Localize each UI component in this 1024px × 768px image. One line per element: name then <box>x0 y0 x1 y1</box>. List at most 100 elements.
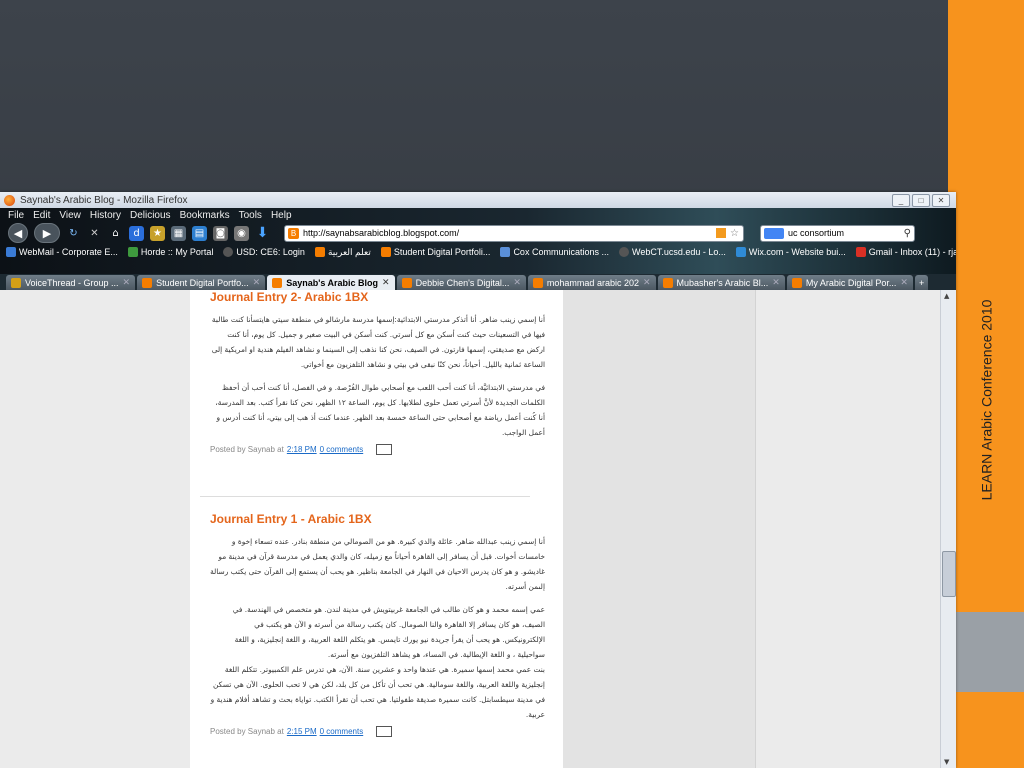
post-divider <box>200 496 530 497</box>
close-tab-icon[interactable]: ✕ <box>382 277 390 288</box>
window-title: Saynab's Arabic Blog - Mozilla Firefox <box>20 194 188 206</box>
gmail-icon <box>855 247 866 257</box>
menu-history[interactable]: History <box>90 210 121 221</box>
blogger-icon <box>380 247 391 257</box>
rss-icon[interactable] <box>716 228 727 238</box>
tab-mubasher[interactable]: Mubasher's Arabic Bl... ✕ <box>657 275 785 290</box>
bookmark-star-icon[interactable]: ☆ <box>730 228 739 239</box>
post-paragraph: أنا إسمي زينب ضاهر. أنا أتذكر مدرستي الا… <box>211 315 545 369</box>
tab-mohammad[interactable]: mohammad arabic 202 ✕ <box>527 275 656 290</box>
back-button[interactable]: ◀ <box>8 223 28 243</box>
page-right-margin <box>755 290 940 768</box>
bookmark-arabic[interactable]: تعلم العربية <box>314 247 371 258</box>
post-paragraph: عمي إسمه محمد و هو كان طالب في الجامعة غ… <box>232 605 545 659</box>
close-tab-icon[interactable]: ✕ <box>123 277 131 288</box>
tab-my-arabic-portfolio[interactable]: My Arabic Digital Por... ✕ <box>786 275 913 290</box>
tab-debbie-chen[interactable]: Debbie Chen's Digital... ✕ <box>396 275 526 290</box>
bookmark-wix[interactable]: Wix.com - Website bui... <box>735 247 846 257</box>
post-paragraph: أنا إسمي زينب عبدالله ضاهر. عائلة والدي … <box>210 537 545 591</box>
close-window-button[interactable]: ✕ <box>932 193 950 207</box>
bookmark-horde[interactable]: Horde :: My Portal <box>127 247 213 257</box>
firefox-icon <box>4 194 15 206</box>
vertical-scrollbar[interactable]: ▲ ▼ <box>940 290 956 768</box>
url-text: http://saynabsarabicblog.blogspot.com/ <box>303 228 460 238</box>
menu-tools[interactable]: Tools <box>239 210 262 221</box>
blogger-icon <box>142 277 153 288</box>
delicious-icon[interactable]: d <box>129 225 144 241</box>
browser-window: Saynab's Arabic Blog - Mozilla Firefox _… <box>0 192 956 768</box>
post-time-link[interactable]: 2:18 PM <box>287 445 317 454</box>
title-bar: Saynab's Arabic Blog - Mozilla Firefox _… <box>0 192 956 208</box>
scroll-up-icon[interactable]: ▲ <box>944 292 949 300</box>
email-post-icon[interactable] <box>376 444 393 455</box>
close-tab-icon[interactable]: ✕ <box>513 277 521 288</box>
bookmark-webmail[interactable]: WebMail - Corporate E... <box>6 247 118 257</box>
maximize-button[interactable]: □ <box>912 193 930 207</box>
stop-icon[interactable]: ✕ <box>87 226 102 241</box>
post-title[interactable]: Journal Entry 2- Arabic 1BX <box>210 290 545 304</box>
conference-title: LEARN Arabic Conference 2010 <box>978 299 995 501</box>
email-post-icon[interactable] <box>376 726 393 737</box>
new-tab-button[interactable]: + <box>914 275 929 290</box>
bookmark-usd[interactable]: USD: CE6: Login <box>223 247 305 257</box>
download-icon[interactable]: ⬇ <box>255 225 270 241</box>
browser-chrome: File Edit View History Delicious Bookmar… <box>0 208 956 278</box>
page-viewport: Journal Entry 2- Arabic 1BX أنا إسمي زين… <box>0 290 940 768</box>
blogger-icon <box>272 277 283 288</box>
close-tab-icon[interactable]: ✕ <box>900 277 908 288</box>
search-box[interactable]: uc consortium ⚲ <box>760 224 915 242</box>
menu-bookmarks[interactable]: Bookmarks <box>180 210 230 221</box>
screen-capture-icon[interactable]: ▦ <box>171 225 186 241</box>
menu-bar: File Edit View History Delicious Bookmar… <box>0 208 956 222</box>
scroll-down-icon[interactable]: ▼ <box>944 758 949 766</box>
post-time-link[interactable]: 2:15 PM <box>287 727 317 736</box>
reload-icon[interactable]: ↻ <box>66 226 81 241</box>
posted-by: Posted by Saynab at <box>210 727 284 736</box>
bookmark-panel-icon[interactable]: ▤ <box>192 225 207 241</box>
webmail-icon <box>6 247 16 257</box>
address-bar[interactable]: B http://saynabsarabicblog.blogspot.com/… <box>284 224 744 242</box>
cox-icon <box>500 247 511 257</box>
home-icon[interactable]: ⌂ <box>108 226 123 241</box>
search-input[interactable]: uc consortium <box>788 228 844 238</box>
blogger-icon <box>532 277 543 288</box>
blog-post: Journal Entry 2- Arabic 1BX أنا إسمي زين… <box>210 290 545 455</box>
bookmark-webct[interactable]: WebCT.ucsd.edu - Lo... <box>618 247 726 257</box>
comments-link[interactable]: 0 comments <box>320 727 364 736</box>
post-title[interactable]: Journal Entry 1 - Arabic 1BX <box>210 512 545 526</box>
menu-file[interactable]: File <box>8 210 24 221</box>
blogger-favicon-icon: B <box>288 227 299 239</box>
comments-link[interactable]: 0 comments <box>320 445 364 454</box>
close-tab-icon[interactable]: ✕ <box>772 277 780 288</box>
scrollbar-thumb[interactable] <box>942 551 956 597</box>
blogger-icon <box>314 247 325 257</box>
minimize-button[interactable]: _ <box>892 193 910 207</box>
slide-orange-band-bottom <box>948 692 1024 768</box>
screenshot-icon[interactable]: ◉ <box>234 225 249 241</box>
close-tab-icon[interactable]: ✕ <box>253 277 261 288</box>
blogger-icon <box>662 277 673 288</box>
tab-saynab-blog[interactable]: Saynab's Arabic Blog ✕ <box>267 275 395 290</box>
posted-by: Posted by Saynab at <box>210 445 284 454</box>
search-icon[interactable]: ⚲ <box>904 228 911 239</box>
wix-icon <box>735 247 746 257</box>
close-tab-icon[interactable]: ✕ <box>643 277 651 288</box>
tab-voicethread[interactable]: VoiceThread - Group ... ✕ <box>6 275 136 290</box>
voicethread-icon <box>11 277 21 288</box>
blog-main-column: Journal Entry 2- Arabic 1BX أنا إسمي زين… <box>190 290 563 768</box>
addon-icon[interactable]: ★ <box>150 225 165 241</box>
post-paragraph: في مدرستي الابتدائيَّة، أنا كنت أحب اللع… <box>215 383 545 437</box>
tab-student-portfolio[interactable]: Student Digital Portfo... ✕ <box>137 275 266 290</box>
bookmark-cox[interactable]: Cox Communications ... <box>500 247 609 257</box>
navigation-toolbar: ◀ ▶ ↻ ✕ ⌂ d ★ ▦ ▤ ◙ ◉ ⬇ B http://saynabs… <box>0 222 956 244</box>
search-engine-icon[interactable] <box>764 227 784 239</box>
menu-help[interactable]: Help <box>271 210 292 221</box>
forward-button[interactable]: ▶ <box>34 223 60 243</box>
menu-edit[interactable]: Edit <box>33 210 50 221</box>
bookmark-gmail[interactable]: Gmail - Inbox (11) - rja... <box>855 247 956 257</box>
bookmark-student-portfolio[interactable]: Student Digital Portfoli... <box>380 247 490 257</box>
tag-icon[interactable]: ◙ <box>213 225 228 241</box>
menu-view[interactable]: View <box>59 210 81 221</box>
post-footer: Posted by Saynab at 2:18 PM 0 comments <box>210 444 545 455</box>
menu-delicious[interactable]: Delicious <box>130 210 171 221</box>
